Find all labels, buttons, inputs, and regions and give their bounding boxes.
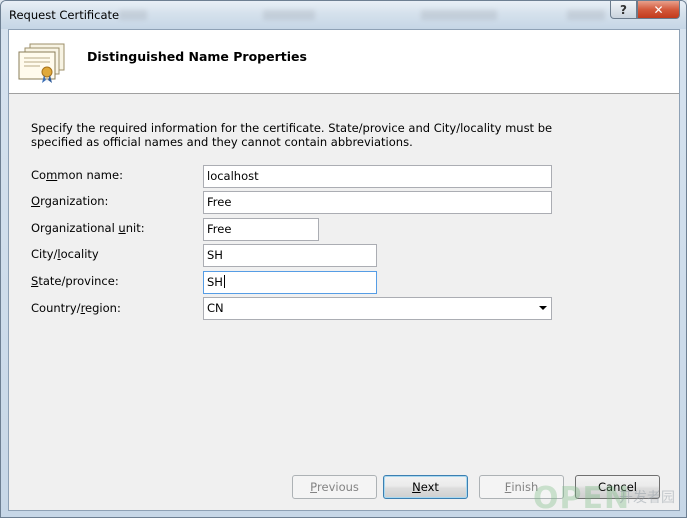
city-locality-input[interactable]: SH (203, 244, 377, 267)
state-province-input[interactable]: SH (203, 271, 377, 294)
country-region-label: Country/region: (31, 301, 121, 315)
watermark-text: 开发者园 (619, 490, 675, 506)
background-blur (567, 10, 605, 20)
instructions-text: Specify the required information for the… (31, 121, 553, 149)
title-bar[interactable]: Request Certificate ? ✕ (1, 1, 686, 29)
help-icon: ? (620, 2, 627, 17)
window-title: Request Certificate (9, 8, 120, 22)
page-title: Distinguished Name Properties (87, 49, 307, 64)
organization-label: Organization: (31, 194, 109, 208)
certificate-icon (18, 43, 65, 83)
chevron-down-icon[interactable] (539, 306, 547, 310)
text-caret (223, 275, 225, 288)
country-region-select[interactable]: CN (203, 297, 552, 320)
background-blur (119, 10, 147, 20)
watermark-logo: OPEN (533, 481, 631, 516)
request-certificate-window: Request Certificate ? ✕ Distinguished Na… (0, 0, 687, 518)
state-province-label: State/province: (31, 274, 119, 288)
previous-button[interactable]: Previous (292, 475, 377, 499)
city-locality-label: City/locality (31, 247, 99, 261)
background-blur (263, 10, 315, 20)
organizational-unit-label: Organizational unit: (31, 221, 145, 235)
common-name-label: Common name: (31, 168, 123, 182)
common-name-input[interactable]: localhost (203, 165, 552, 188)
organization-input[interactable]: Free (203, 191, 552, 214)
background-blur (421, 10, 497, 20)
dialog-client-area: Distinguished Name Properties Specify th… (8, 29, 680, 511)
wizard-header: Distinguished Name Properties (9, 30, 679, 94)
help-button[interactable]: ? (610, 1, 637, 19)
close-button[interactable]: ✕ (637, 1, 680, 19)
organizational-unit-input[interactable]: Free (203, 218, 319, 241)
close-icon: ✕ (653, 2, 664, 17)
next-button[interactable]: Next (383, 475, 468, 499)
